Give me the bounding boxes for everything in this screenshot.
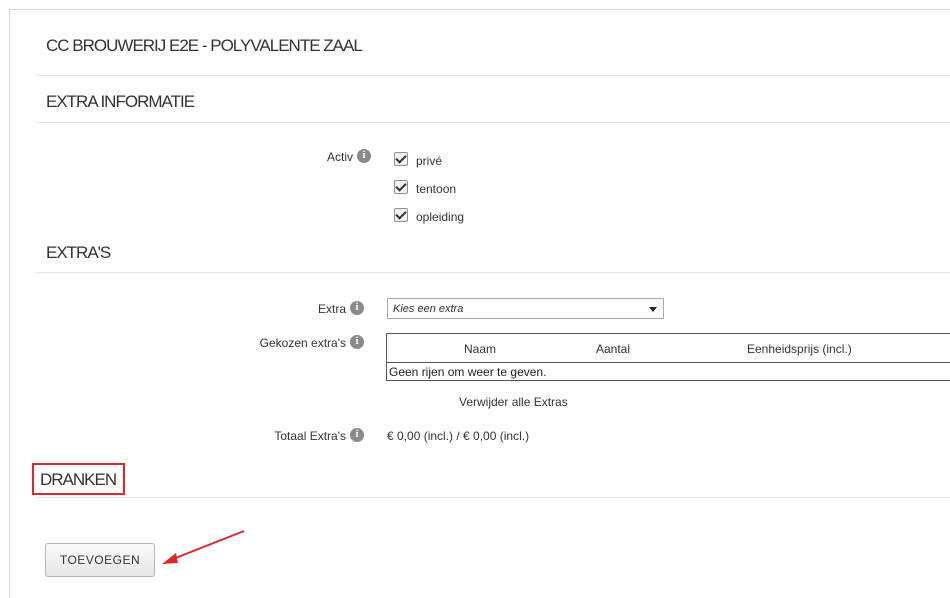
annotation-arrow-icon	[162, 530, 245, 564]
